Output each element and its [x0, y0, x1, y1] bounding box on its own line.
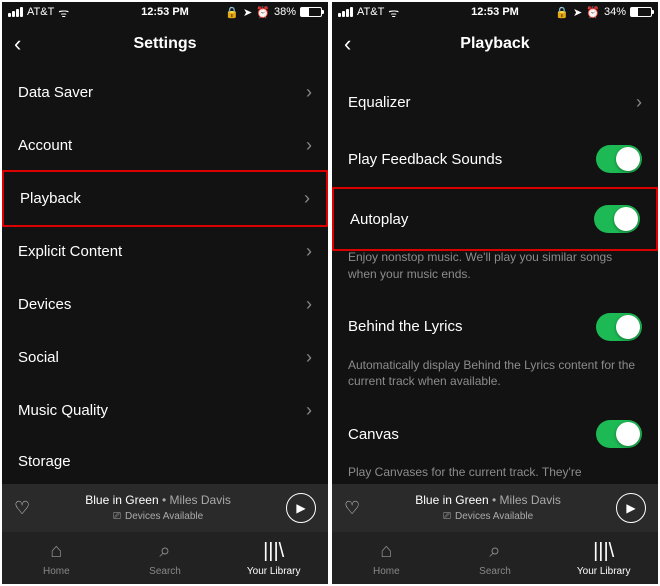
- back-button[interactable]: ‹: [344, 31, 351, 57]
- tab-library[interactable]: |||\Your Library: [219, 532, 328, 584]
- toggle-play-feedback[interactable]: [596, 145, 642, 173]
- now-playing-bar[interactable]: ♡ Blue in Green • Miles Davis ⎚Devices A…: [332, 484, 658, 532]
- chevron-right-icon: ›: [636, 92, 642, 113]
- tab-bar: ⌂Home ⌕Search |||\Your Library: [332, 532, 658, 584]
- now-playing-bar[interactable]: ♡ Blue in Green • Miles Davis ⎚Devices A…: [2, 484, 328, 532]
- row-music-quality[interactable]: Music Quality›: [2, 384, 328, 437]
- signal-icon: [8, 7, 23, 17]
- tab-library[interactable]: |||\Your Library: [549, 532, 658, 584]
- row-playback[interactable]: Playback›: [2, 170, 328, 227]
- wifi-icon: ⁠ᯤ: [58, 4, 69, 21]
- devices-icon: ⎚: [113, 510, 121, 523]
- chevron-right-icon: ›: [306, 347, 312, 368]
- heart-icon[interactable]: ♡: [344, 498, 360, 519]
- battery-percent: 34%: [604, 6, 626, 18]
- tab-home[interactable]: ⌂Home: [2, 532, 111, 584]
- chevron-right-icon: ›: [306, 82, 312, 103]
- battery-icon: [630, 7, 652, 17]
- row-data-saver[interactable]: Data Saver›: [2, 66, 328, 119]
- alarm-icon: ⏰: [586, 6, 600, 19]
- chevron-right-icon: ›: [306, 135, 312, 156]
- home-icon: ⌂: [380, 540, 392, 563]
- toggle-canvas[interactable]: [596, 420, 642, 448]
- behind-lyrics-description: Automatically display Behind the Lyrics …: [332, 357, 658, 405]
- row-autoplay[interactable]: Autoplay: [332, 187, 658, 251]
- screenshot-playback: AT&T ⁠ᯤ 12:53 PM 🔒 ➤ ⏰ 34% ‹ Playback Eq…: [332, 2, 658, 584]
- tab-home[interactable]: ⌂Home: [332, 532, 441, 584]
- location-icon: ➤: [573, 6, 582, 19]
- page-title: Settings: [133, 35, 196, 53]
- row-account[interactable]: Account›: [2, 119, 328, 172]
- row-canvas[interactable]: Canvas: [332, 404, 658, 464]
- lock-icon: 🔒: [555, 6, 569, 19]
- play-button[interactable]: ▶: [286, 493, 316, 523]
- heart-icon[interactable]: ♡: [14, 498, 30, 519]
- wifi-icon: ⁠ᯤ: [388, 4, 399, 21]
- row-social[interactable]: Social›: [2, 331, 328, 384]
- row-explicit-content[interactable]: Explicit Content›: [2, 225, 328, 278]
- devices-icon: ⎚: [443, 510, 451, 523]
- chevron-right-icon: ›: [306, 400, 312, 421]
- home-icon: ⌂: [50, 540, 62, 563]
- tab-search[interactable]: ⌕Search: [111, 532, 220, 584]
- canvas-description: Play Canvases for the current track. The…: [332, 464, 658, 484]
- chevron-right-icon: ›: [304, 188, 310, 209]
- now-playing-info[interactable]: Blue in Green • Miles Davis ⎚Devices Ava…: [370, 493, 606, 524]
- screenshot-settings: AT&T ⁠ᯤ 12:53 PM 🔒 ➤ ⏰ 38% ‹ Settings Da…: [2, 2, 328, 584]
- tab-bar: ⌂Home ⌕Search |||\Your Library: [2, 532, 328, 584]
- chevron-right-icon: ›: [306, 294, 312, 315]
- row-play-feedback-sounds[interactable]: Play Feedback Sounds: [332, 129, 658, 189]
- clock: 12:53 PM: [471, 6, 519, 18]
- battery-icon: [300, 7, 322, 17]
- toggle-behind-lyrics[interactable]: [596, 313, 642, 341]
- carrier-label: AT&T: [357, 6, 384, 18]
- clock: 12:53 PM: [141, 6, 189, 18]
- toggle-autoplay[interactable]: [594, 205, 640, 233]
- location-icon: ➤: [243, 6, 252, 19]
- lock-icon: 🔒: [225, 6, 239, 19]
- status-bar: AT&T ⁠ᯤ 12:53 PM 🔒 ➤ ⏰ 34%: [332, 2, 658, 22]
- back-button[interactable]: ‹: [14, 31, 21, 57]
- row-devices[interactable]: Devices›: [2, 278, 328, 331]
- row-behind-lyrics[interactable]: Behind the Lyrics: [332, 297, 658, 357]
- library-icon: |||\: [263, 540, 284, 563]
- autoplay-description: Enjoy nonstop music. We'll play you simi…: [332, 249, 658, 297]
- status-bar: AT&T ⁠ᯤ 12:53 PM 🔒 ➤ ⏰ 38%: [2, 2, 328, 22]
- search-icon: ⌕: [159, 540, 170, 563]
- tab-search[interactable]: ⌕Search: [441, 532, 550, 584]
- playback-list: Equalizer› Play Feedback Sounds Autoplay…: [332, 66, 658, 484]
- nav-header: ‹ Playback: [332, 22, 658, 66]
- battery-percent: 38%: [274, 6, 296, 18]
- play-button[interactable]: ▶: [616, 493, 646, 523]
- now-playing-info[interactable]: Blue in Green • Miles Davis ⎚Devices Ava…: [40, 493, 276, 524]
- page-title: Playback: [460, 35, 529, 53]
- signal-icon: [338, 7, 353, 17]
- row-equalizer[interactable]: Equalizer›: [332, 76, 658, 129]
- library-icon: |||\: [593, 540, 614, 563]
- settings-list: Data Saver› Account› Playback› Explicit …: [2, 66, 328, 484]
- nav-header: ‹ Settings: [2, 22, 328, 66]
- alarm-icon: ⏰: [256, 6, 270, 19]
- chevron-right-icon: ›: [306, 241, 312, 262]
- search-icon: ⌕: [489, 540, 500, 563]
- row-storage[interactable]: Storage: [2, 437, 328, 474]
- carrier-label: AT&T: [27, 6, 54, 18]
